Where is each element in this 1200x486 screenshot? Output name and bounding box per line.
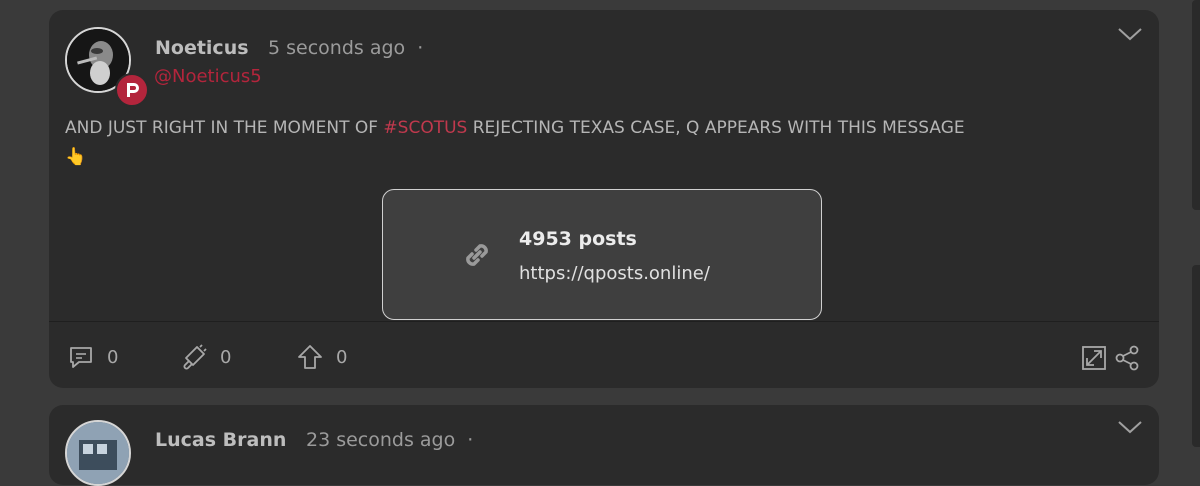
link-preview-title: 4953 posts [519, 228, 637, 250]
separator-dot: · [417, 37, 424, 59]
comment-icon [70, 347, 92, 368]
comment-button[interactable]: 0 [67, 343, 118, 371]
expand-icon[interactable] [1080, 344, 1108, 372]
megaphone-icon [183, 344, 207, 370]
hashtag-link[interactable]: #SCOTUS [383, 118, 467, 138]
post-divider [49, 321, 1159, 322]
share-icon[interactable] [1113, 344, 1141, 372]
echo-button[interactable]: 0 [180, 343, 231, 371]
time-ago-2: 23 seconds ago [306, 429, 456, 451]
link-preview-card[interactable]: 4953 posts https://qposts.online/ [382, 189, 822, 320]
scrollbar-track-lower[interactable] [1192, 265, 1200, 447]
post-body: AND JUST RIGHT IN THE MOMENT OF #SCOTUS … [65, 114, 1135, 172]
scrollbar-track[interactable] [1192, 0, 1200, 210]
post-text-before: AND JUST RIGHT IN THE MOMENT OF [65, 118, 384, 138]
pointing-up-emoji: 👆 [65, 147, 87, 167]
upvote-button[interactable]: 0 [296, 343, 347, 371]
link-icon [466, 244, 488, 266]
upvote-arrow-icon [298, 345, 322, 369]
echo-count: 0 [220, 346, 232, 368]
avatar-image-2 [65, 420, 131, 486]
upvote-count: 0 [336, 346, 348, 368]
author-name-2[interactable]: Lucas Brann [155, 429, 286, 451]
chevron-down-icon-2[interactable] [1117, 419, 1143, 435]
author-name[interactable]: Noeticus [155, 37, 249, 59]
separator-dot-2: · [467, 429, 474, 451]
post-timestamp-2: 23 seconds ago · [306, 429, 473, 451]
parler-logo-icon [115, 73, 149, 107]
author-avatar[interactable] [65, 27, 149, 107]
time-ago: 5 seconds ago [268, 37, 406, 59]
comment-count: 0 [107, 346, 119, 368]
chevron-down-icon[interactable] [1117, 26, 1143, 42]
author-avatar-2[interactable] [65, 420, 131, 486]
link-preview-url[interactable]: https://qposts.online/ [519, 263, 710, 284]
author-handle[interactable]: @Noeticus5 [154, 66, 262, 87]
post-text-after: REJECTING TEXAS CASE, Q APPEARS WITH THI… [467, 118, 965, 138]
post-timestamp: 5 seconds ago · [268, 37, 423, 59]
